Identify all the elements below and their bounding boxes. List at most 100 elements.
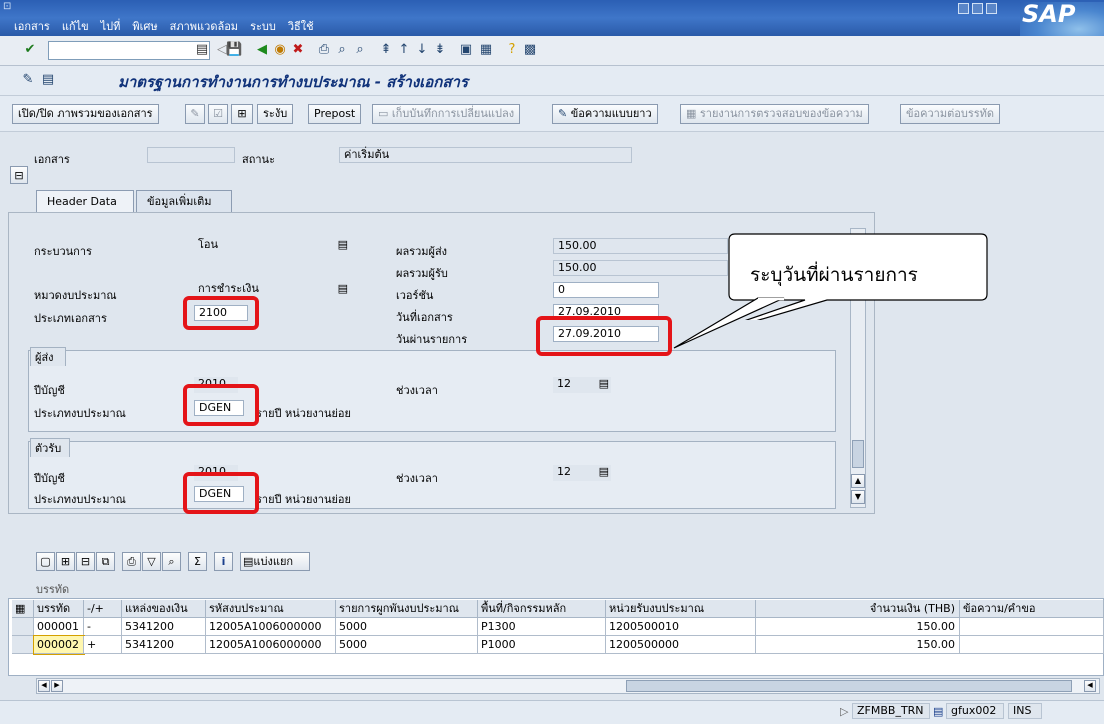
menu-item-system[interactable]: ระบบ <box>250 17 276 35</box>
panel-scrollbar-thumb[interactable] <box>852 440 864 468</box>
table-cell-commitment-item[interactable]: 5000 <box>336 618 478 636</box>
print-list-icon[interactable]: ⎙ <box>122 552 141 571</box>
text-check-report-button[interactable]: ▦ รายงานการตรวจสอบของข้อความ <box>680 104 869 124</box>
dropdown-icon[interactable]: ▤ <box>599 377 609 391</box>
tab-additional-data[interactable]: ข้อมูลเพิ่มเติม <box>136 190 232 212</box>
row-selector[interactable] <box>12 618 34 636</box>
table-cell-budget-code[interactable]: 12005A1006000000 <box>206 636 336 654</box>
command-history-icon[interactable]: ▤ <box>194 42 210 58</box>
first-page-icon[interactable]: ⇞ <box>378 42 394 58</box>
insert-row-icon[interactable]: ⊞ <box>56 552 75 571</box>
filter-icon[interactable]: ▽ <box>142 552 161 571</box>
layout-menu-icon[interactable]: ▩ <box>522 42 538 58</box>
sender-period-field[interactable]: 12 ▤ <box>553 377 611 393</box>
minimize-button[interactable] <box>958 3 969 14</box>
column-header-functional-area[interactable]: พื้นที่/กิจกรรมหลัก <box>478 600 606 618</box>
document-icon[interactable]: ▤ <box>40 72 56 88</box>
back-icon[interactable]: ◀ <box>254 42 270 58</box>
system-menu-icon[interactable]: ⊡ <box>3 1 11 12</box>
copy-row-icon[interactable]: ⧉ <box>96 552 115 571</box>
table-cell-commitment-item[interactable]: 5000 <box>336 636 478 654</box>
command-field[interactable] <box>48 41 210 60</box>
long-text-button[interactable]: ✎ ข้อความแบบยาว <box>552 104 658 124</box>
delete-row-icon[interactable]: ⊟ <box>76 552 95 571</box>
scroll-right-end-icon[interactable]: ◀ <box>1084 680 1096 692</box>
maximize-button[interactable] <box>972 3 983 14</box>
scroll-down-icon[interactable]: ▼ <box>851 490 865 504</box>
table-cell-sign[interactable]: + <box>84 636 122 654</box>
table-cell-amount[interactable]: 150.00 <box>756 618 960 636</box>
session-info-icon[interactable]: ▤ <box>933 705 943 718</box>
shortcut-icon[interactable]: ▦ <box>478 42 494 58</box>
table-cell-text[interactable] <box>960 618 1104 636</box>
horizontal-scrollbar-thumb[interactable] <box>626 680 1072 692</box>
next-page-icon[interactable]: ↓ <box>414 42 430 58</box>
info-icon[interactable]: i <box>214 552 233 571</box>
column-header-budget-unit[interactable]: หน่วยรับงบประมาณ <box>606 600 756 618</box>
dropdown-icon[interactable]: ▤ <box>599 465 609 479</box>
print-icon[interactable]: ⎙ <box>316 42 332 58</box>
menu-item-help[interactable]: วิธีใช้ <box>288 17 314 35</box>
receiver-period-field[interactable]: 12 ▤ <box>553 465 611 481</box>
prepost-button[interactable]: Prepost <box>308 104 362 124</box>
column-header-sign[interactable]: -/+ <box>84 600 122 618</box>
table-cell-budget-code[interactable]: 12005A1006000000 <box>206 618 336 636</box>
sum-icon[interactable]: Σ <box>188 552 207 571</box>
table-cell-budget-unit[interactable]: 1200500010 <box>606 618 756 636</box>
table-cell-amount[interactable]: 150.00 <box>756 636 960 654</box>
column-header-amount[interactable]: จำนวนเงิน (THB) <box>756 600 960 618</box>
row-selector[interactable] <box>12 636 34 654</box>
tab-header-data[interactable]: Header Data <box>36 190 134 212</box>
last-page-icon[interactable]: ⇟ <box>432 42 448 58</box>
save-icon[interactable]: 💾 <box>226 42 242 58</box>
dropdown-icon[interactable]: ▤ <box>338 238 348 252</box>
table-cell-text[interactable] <box>960 636 1104 654</box>
split-button[interactable]: ▤แบ่งแยก <box>240 552 310 571</box>
cancel-icon[interactable]: ✖ <box>290 42 306 58</box>
expand-header-icon[interactable]: ⊟ <box>10 166 28 184</box>
menu-item-extras[interactable]: พิเศษ <box>132 17 157 35</box>
dropdown-icon[interactable]: ▤ <box>338 282 348 296</box>
previous-page-icon[interactable]: ↑ <box>396 42 412 58</box>
overview-toggle-button[interactable]: เปิด/ปิด ภาพรวมของเอกสาร <box>12 104 159 124</box>
table-cell-line[interactable]: 000002 <box>33 635 85 655</box>
table-cell-fund[interactable]: 5341200 <box>122 636 206 654</box>
status-toggle-icon[interactable]: ▷ <box>840 705 848 718</box>
table-cell-fund[interactable]: 5341200 <box>122 618 206 636</box>
edit-icon[interactable]: ✎ <box>185 104 205 124</box>
table-cell-functional-area[interactable]: P1000 <box>478 636 606 654</box>
scroll-right-icon[interactable]: ▶ <box>51 680 63 692</box>
check-icon[interactable]: ☑ <box>208 104 228 124</box>
search-icon[interactable]: ⌕ <box>162 552 181 571</box>
create-session-icon[interactable]: ▣ <box>458 42 474 58</box>
park-button[interactable]: ระงับ <box>257 104 294 124</box>
menu-item-edit[interactable]: แก้ไข <box>62 17 89 35</box>
table-cell-sign[interactable]: - <box>84 618 122 636</box>
table-cell-functional-area[interactable]: P1300 <box>478 618 606 636</box>
line-text-button[interactable]: ข้อความต่อบรรทัด <box>900 104 1001 124</box>
find-next-icon[interactable]: ⌕ <box>352 42 368 58</box>
new-row-icon[interactable]: ▢ <box>36 552 55 571</box>
scroll-up-icon[interactable]: ▲ <box>851 474 865 488</box>
help-icon[interactable]: ? <box>504 42 520 58</box>
select-all-icon[interactable]: ▦ <box>12 600 34 618</box>
exit-icon[interactable]: ◉ <box>272 42 288 58</box>
attachment-icon[interactable]: ⊞ <box>231 104 253 124</box>
scroll-left-icon[interactable]: ◀ <box>38 680 50 692</box>
column-header-budget-code[interactable]: รหัสงบประมาณ <box>206 600 336 618</box>
display-change-icon[interactable]: ✎ <box>20 72 36 88</box>
column-header-line[interactable]: บรรทัด <box>34 600 84 618</box>
version-field[interactable]: 0 <box>553 282 659 298</box>
table-cell-budget-unit[interactable]: 1200500000 <box>606 636 756 654</box>
column-header-text[interactable]: ข้อความ/คำขอ <box>960 600 1104 618</box>
find-icon[interactable]: ⌕ <box>334 42 350 58</box>
column-header-commitment-item[interactable]: รายการผูกพันงบประมาณ <box>336 600 478 618</box>
menu-item-goto[interactable]: ไปที่ <box>101 17 121 35</box>
menu-item-environment[interactable]: สภาพแวดล้อม <box>170 17 238 35</box>
column-header-fund[interactable]: แหล่งของเงิน <box>122 600 206 618</box>
save-changes-button[interactable]: ▭ เก็บบันทึกการเปลี่ยนแปลง <box>372 104 521 124</box>
close-button[interactable] <box>986 3 997 14</box>
enter-icon[interactable]: ✔ <box>22 42 38 58</box>
table-cell-line[interactable]: 000001 <box>34 618 84 636</box>
process-field[interactable]: โอน ▤ <box>194 238 350 254</box>
